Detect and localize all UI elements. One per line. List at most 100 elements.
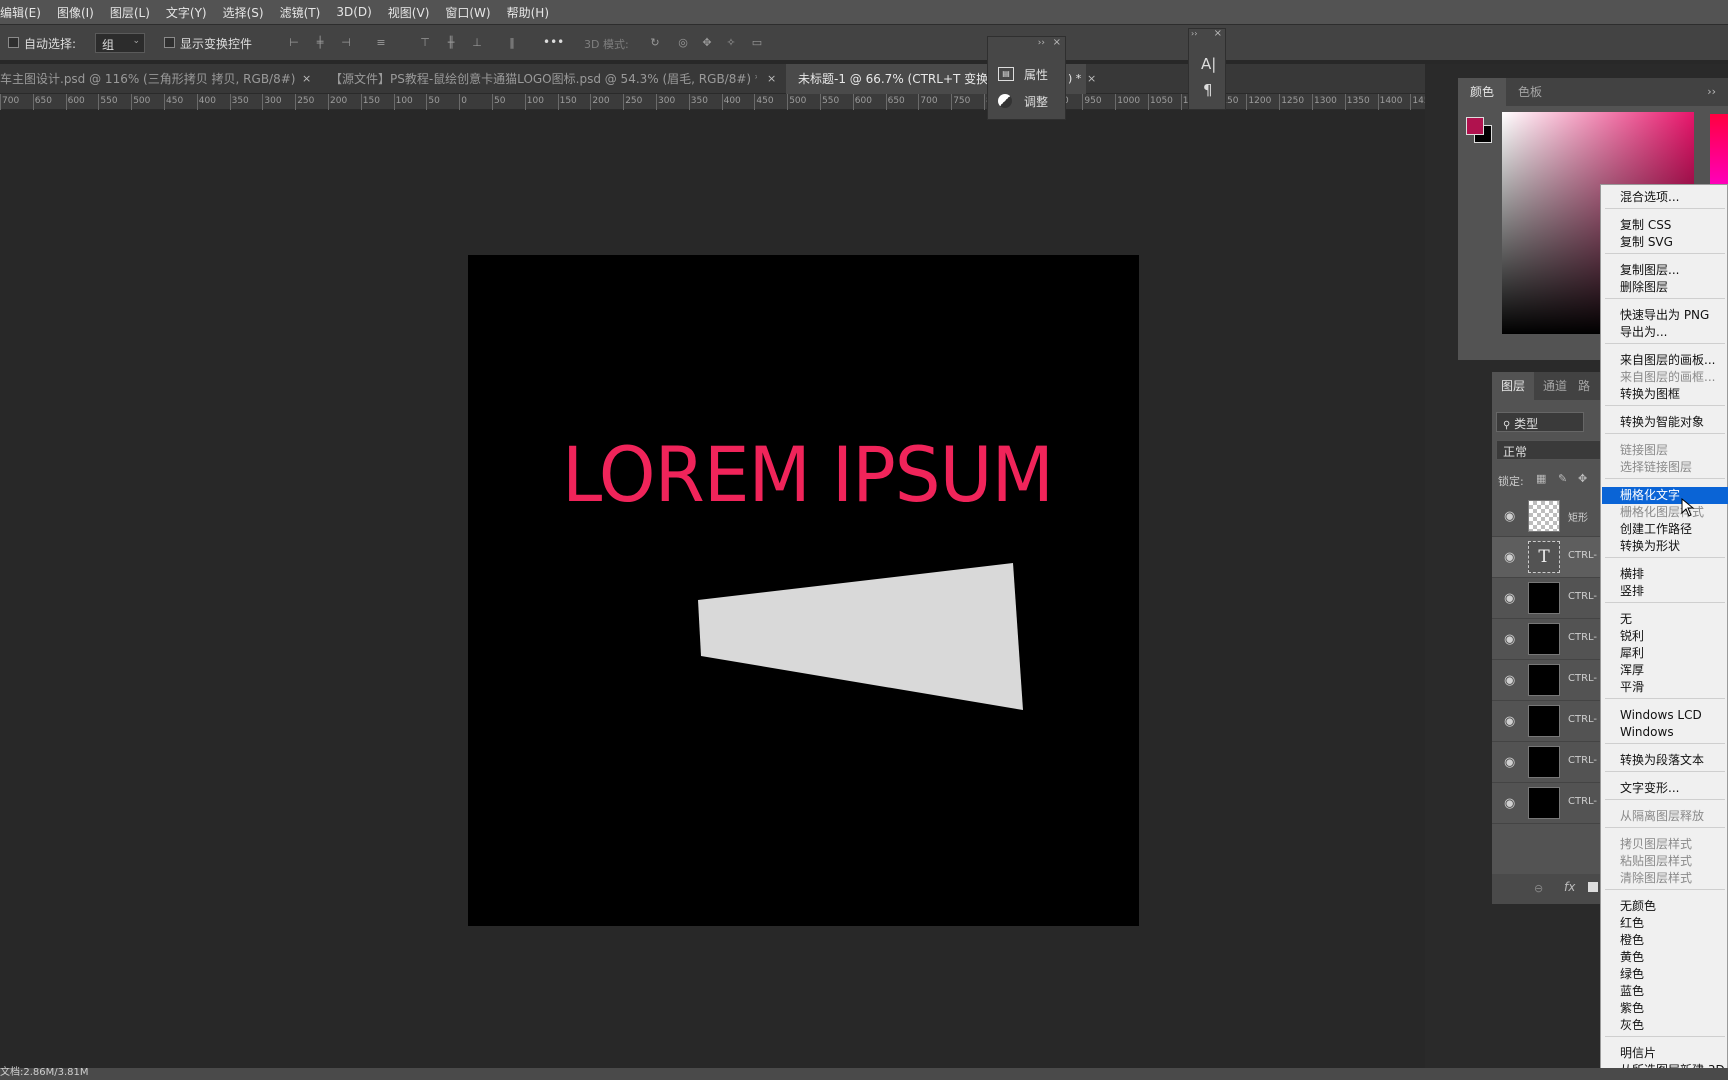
context-menu-item[interactable]: 蓝色 <box>1602 983 1728 1000</box>
context-menu-item[interactable]: 绿色 <box>1602 966 1728 983</box>
panel-collapse-icon[interactable]: ›› <box>1707 85 1716 98</box>
context-menu-item[interactable]: 转换为段落文本 <box>1602 752 1728 769</box>
properties-button[interactable]: ▤ 属性 <box>998 63 1048 85</box>
menu-item[interactable]: 帮助(H) <box>507 4 557 21</box>
tab-doc-3-close-icon[interactable]: × <box>1087 64 1096 94</box>
menu-item[interactable]: 选择(S) <box>223 4 272 21</box>
menu-item[interactable]: 文字(Y) <box>166 4 215 21</box>
context-menu-item[interactable]: 无 <box>1602 611 1728 628</box>
mask-icon[interactable] <box>1588 882 1598 892</box>
context-menu-item[interactable]: 明信片 <box>1602 1045 1728 1062</box>
menu-item[interactable]: 视图(V) <box>388 4 438 21</box>
layer-row[interactable]: ◉ CTRL- <box>1492 578 1602 619</box>
context-menu-item[interactable]: 混合选项... <box>1602 189 1728 206</box>
context-menu-item[interactable]: 浑厚 <box>1602 662 1728 679</box>
menu-item[interactable]: 3D(D) <box>336 5 379 19</box>
align-right-icon[interactable]: ⊣ <box>339 37 353 49</box>
eye-icon[interactable]: ◉ <box>1504 509 1515 524</box>
close-icon[interactable]: × <box>1214 28 1222 39</box>
context-menu-item[interactable]: 橙色 <box>1602 932 1728 949</box>
eye-icon[interactable]: ◉ <box>1504 550 1515 565</box>
context-menu-item[interactable]: Windows LCD <box>1602 707 1728 724</box>
align-vcenter-icon[interactable]: ╫ <box>444 37 458 49</box>
collapse-icon[interactable]: ›› <box>1038 38 1045 48</box>
align-bottom-icon[interactable]: ⊥ <box>470 37 484 49</box>
eye-icon[interactable]: ◉ <box>1504 714 1515 729</box>
layer-row[interactable]: ◉ CTRL- <box>1492 619 1602 660</box>
eye-icon[interactable]: ◉ <box>1504 796 1515 811</box>
tab-layers[interactable]: 图层 <box>1492 372 1534 400</box>
menu-item[interactable]: 图像(I) <box>57 4 102 21</box>
tab-doc-2-close-icon[interactable]: × <box>767 64 776 94</box>
auto-select-dropdown[interactable]: 组 ⌄ <box>95 33 145 53</box>
context-menu-item[interactable]: 文字变形... <box>1602 780 1728 797</box>
context-menu-item[interactable]: 转换为图框 <box>1602 386 1728 403</box>
trapezoid-shape[interactable] <box>468 255 1139 926</box>
context-menu-item[interactable]: 转换为智能对象 <box>1602 414 1728 431</box>
adjustments-button[interactable]: 调整 <box>998 90 1048 112</box>
layer-filter-dropdown[interactable]: ⚲ 类型 <box>1496 412 1584 432</box>
context-menu-item[interactable]: 横排 <box>1602 566 1728 583</box>
link-icon[interactable]: ⊖ <box>1534 882 1543 895</box>
close-icon[interactable]: × <box>1053 37 1061 48</box>
context-menu-item[interactable]: 来自图层的画板... <box>1602 352 1728 369</box>
context-menu-item[interactable]: 黄色 <box>1602 949 1728 966</box>
context-menu-item[interactable]: 创建工作路径 <box>1602 521 1728 538</box>
context-menu-item[interactable]: 平滑 <box>1602 679 1728 696</box>
character-icon[interactable]: A| <box>1201 55 1216 73</box>
more-options-button[interactable]: ••• <box>543 35 564 49</box>
tab-color[interactable]: 颜色 <box>1458 78 1506 106</box>
context-menu-item[interactable]: 复制 CSS <box>1602 217 1728 234</box>
paragraph-icon[interactable]: ¶ <box>1203 81 1213 99</box>
foreground-color-swatch[interactable] <box>1466 117 1484 135</box>
3d-drag-icon[interactable]: ✥ <box>700 37 714 49</box>
context-menu-item[interactable]: 无颜色 <box>1602 898 1728 915</box>
3d-rotate-icon[interactable]: ↻ <box>648 37 662 49</box>
context-menu-item[interactable]: 快速导出为 PNG <box>1602 307 1728 324</box>
context-menu-item[interactable]: 转换为形状 <box>1602 538 1728 555</box>
align-hcenter-icon[interactable]: ╪ <box>313 37 327 49</box>
align-left-icon[interactable]: ⊢ <box>287 37 301 49</box>
artboard[interactable]: LOREM IPSUM <box>468 255 1139 926</box>
blend-mode-dropdown[interactable]: 正常 <box>1496 440 1602 460</box>
collapse-icon[interactable]: ›› <box>1191 29 1197 38</box>
menu-item[interactable]: 图层(L) <box>110 4 158 21</box>
tab-doc-2[interactable]: 【源文件】PS教程-鼠绘创意卡通猫LOGO图标.psd @ 54.3% (眉毛,… <box>330 64 757 94</box>
tab-doc-1-close-icon[interactable]: × <box>302 64 311 94</box>
context-menu-item[interactable]: 复制图层... <box>1602 262 1728 279</box>
context-menu-item[interactable]: 删除图层 <box>1602 279 1728 296</box>
distribute-horizontal-icon[interactable]: ≡ <box>374 37 388 49</box>
context-menu-item[interactable]: 栅格化文字 <box>1602 487 1728 504</box>
lock-move-icon[interactable]: ✥ <box>1578 472 1587 485</box>
3d-slide-icon[interactable]: ✧ <box>724 37 738 49</box>
eye-icon[interactable]: ◉ <box>1504 755 1515 770</box>
layer-row[interactable]: ◉ CTRL- <box>1492 742 1602 783</box>
3d-roll-icon[interactable]: ◎ <box>676 37 690 49</box>
3d-scale-icon[interactable]: ▭ <box>750 37 764 49</box>
tab-doc-1[interactable]: 车主图设计.psd @ 116% (三角形拷贝 拷贝, RGB/8#) <box>0 64 300 94</box>
lock-transparent-icon[interactable]: ▦ <box>1536 472 1546 485</box>
context-menu-item[interactable]: 犀利 <box>1602 645 1728 662</box>
tab-paths[interactable]: 路 <box>1578 372 1598 400</box>
eye-icon[interactable]: ◉ <box>1504 632 1515 647</box>
menu-item[interactable]: 窗口(W) <box>445 4 498 21</box>
layer-row[interactable]: ◉ CTRL- <box>1492 783 1602 824</box>
menu-item[interactable]: 编辑(E) <box>0 4 49 21</box>
show-transform-checkbox[interactable] <box>164 37 175 48</box>
eye-icon[interactable]: ◉ <box>1504 591 1515 606</box>
layer-row-text[interactable]: ◉ T CTRL- <box>1492 537 1602 578</box>
context-menu-item[interactable]: 导出为... <box>1602 324 1728 341</box>
eye-icon[interactable]: ◉ <box>1504 673 1515 688</box>
layer-row[interactable]: ◉ CTRL- <box>1492 701 1602 742</box>
tab-swatches[interactable]: 色板 <box>1506 78 1554 106</box>
lock-brush-icon[interactable]: ✎ <box>1558 472 1567 485</box>
context-menu-item[interactable]: 灰色 <box>1602 1017 1728 1034</box>
context-menu-item[interactable]: 竖排 <box>1602 583 1728 600</box>
auto-select-checkbox[interactable] <box>8 37 19 48</box>
tab-channels[interactable]: 通道 <box>1534 372 1576 400</box>
context-menu-item[interactable]: 复制 SVG <box>1602 234 1728 251</box>
layer-row[interactable]: ◉ CTRL- <box>1492 660 1602 701</box>
context-menu-item[interactable]: Windows <box>1602 724 1728 741</box>
layer-row[interactable]: ◉ 矩形 <box>1492 496 1602 537</box>
context-menu-item[interactable]: 紫色 <box>1602 1000 1728 1017</box>
